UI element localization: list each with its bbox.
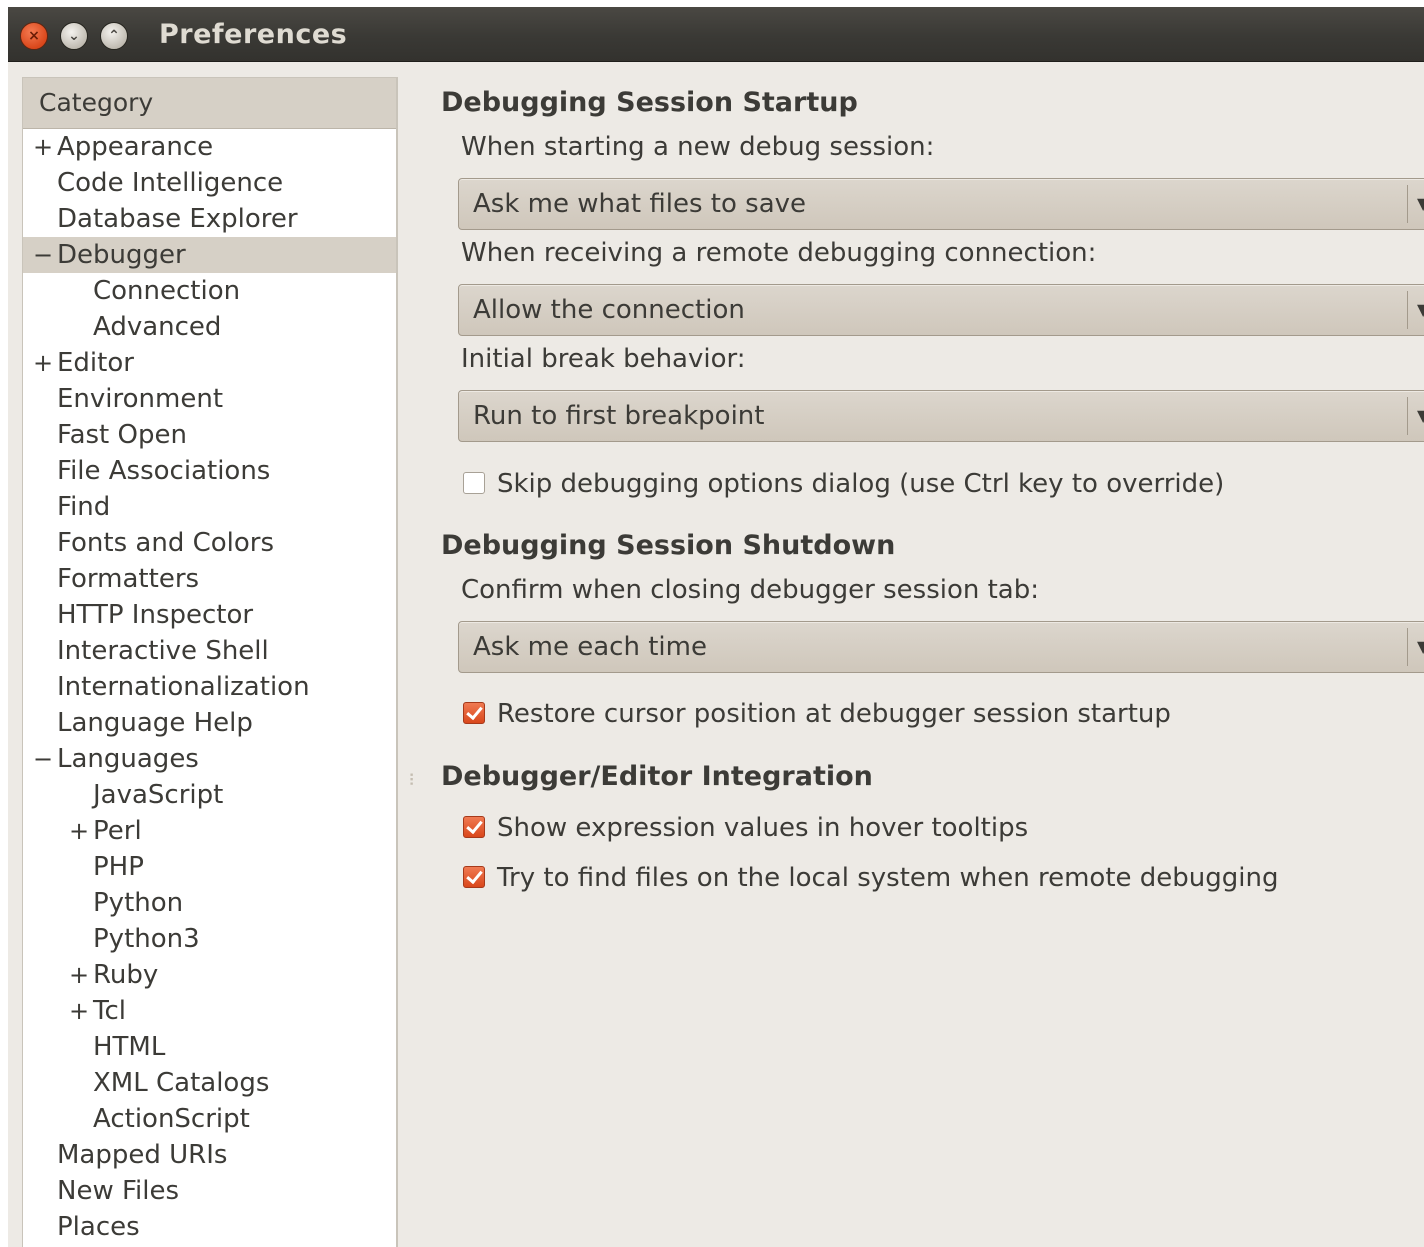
- integration-section-title: Debugger/Editor Integration: [441, 761, 873, 792]
- dropdown-arrow-icon: ▼: [1417, 406, 1424, 425]
- dropdown-arrow-icon: ▼: [1417, 194, 1424, 213]
- confirm-close-label: Confirm when closing debugger session ta…: [461, 575, 1040, 605]
- dropdown-arrow-icon: ▼: [1417, 637, 1424, 656]
- restore-cursor-label[interactable]: Restore cursor position at debugger sess…: [497, 697, 1171, 731]
- initial-break-label: Initial break behavior:: [461, 344, 746, 374]
- find-local-files-checkbox[interactable]: [463, 866, 485, 888]
- hover-tooltips-checkbox[interactable]: [463, 816, 485, 838]
- pane-resize-grip-icon[interactable]: ⠇: [408, 773, 420, 789]
- hover-tooltips-label[interactable]: Show expression values in hover tooltips: [497, 811, 1028, 845]
- skip-dialog-checkbox[interactable]: [463, 472, 485, 494]
- combo-separator: [1407, 397, 1408, 435]
- confirm-close-combo[interactable]: Ask me each time ▼: [458, 621, 1424, 673]
- find-local-files-label[interactable]: Try to find files on the local system wh…: [497, 861, 1278, 895]
- restore-cursor-checkbox[interactable]: [463, 702, 485, 724]
- startup-section-title: Debugging Session Startup: [441, 87, 858, 118]
- new-session-value: Ask me what files to save: [473, 189, 807, 219]
- remote-connection-label: When receiving a remote debugging connec…: [461, 238, 1097, 268]
- initial-break-combo[interactable]: Run to first breakpoint ▼: [458, 390, 1424, 442]
- preferences-window: × ⌄ ⌃ Preferences Category + Appearance Co…: [8, 7, 1424, 1247]
- combo-separator: [1407, 185, 1408, 223]
- combo-separator: [1407, 291, 1408, 329]
- debugger-settings-panel: Debugging Session Startup When starting …: [8, 7, 1424, 1247]
- remote-connection-combo[interactable]: Allow the connection ▼: [458, 284, 1424, 336]
- dropdown-arrow-icon: ▼: [1417, 300, 1424, 319]
- initial-break-value: Run to first breakpoint: [473, 401, 765, 431]
- combo-separator: [1407, 628, 1408, 666]
- shutdown-section-title: Debugging Session Shutdown: [441, 530, 896, 561]
- skip-dialog-label[interactable]: Skip debugging options dialog (use Ctrl …: [497, 467, 1224, 501]
- new-session-label: When starting a new debug session:: [461, 132, 935, 162]
- new-session-combo[interactable]: Ask me what files to save ▼: [458, 178, 1424, 230]
- remote-connection-value: Allow the connection: [473, 295, 745, 325]
- confirm-close-value: Ask me each time: [473, 632, 707, 662]
